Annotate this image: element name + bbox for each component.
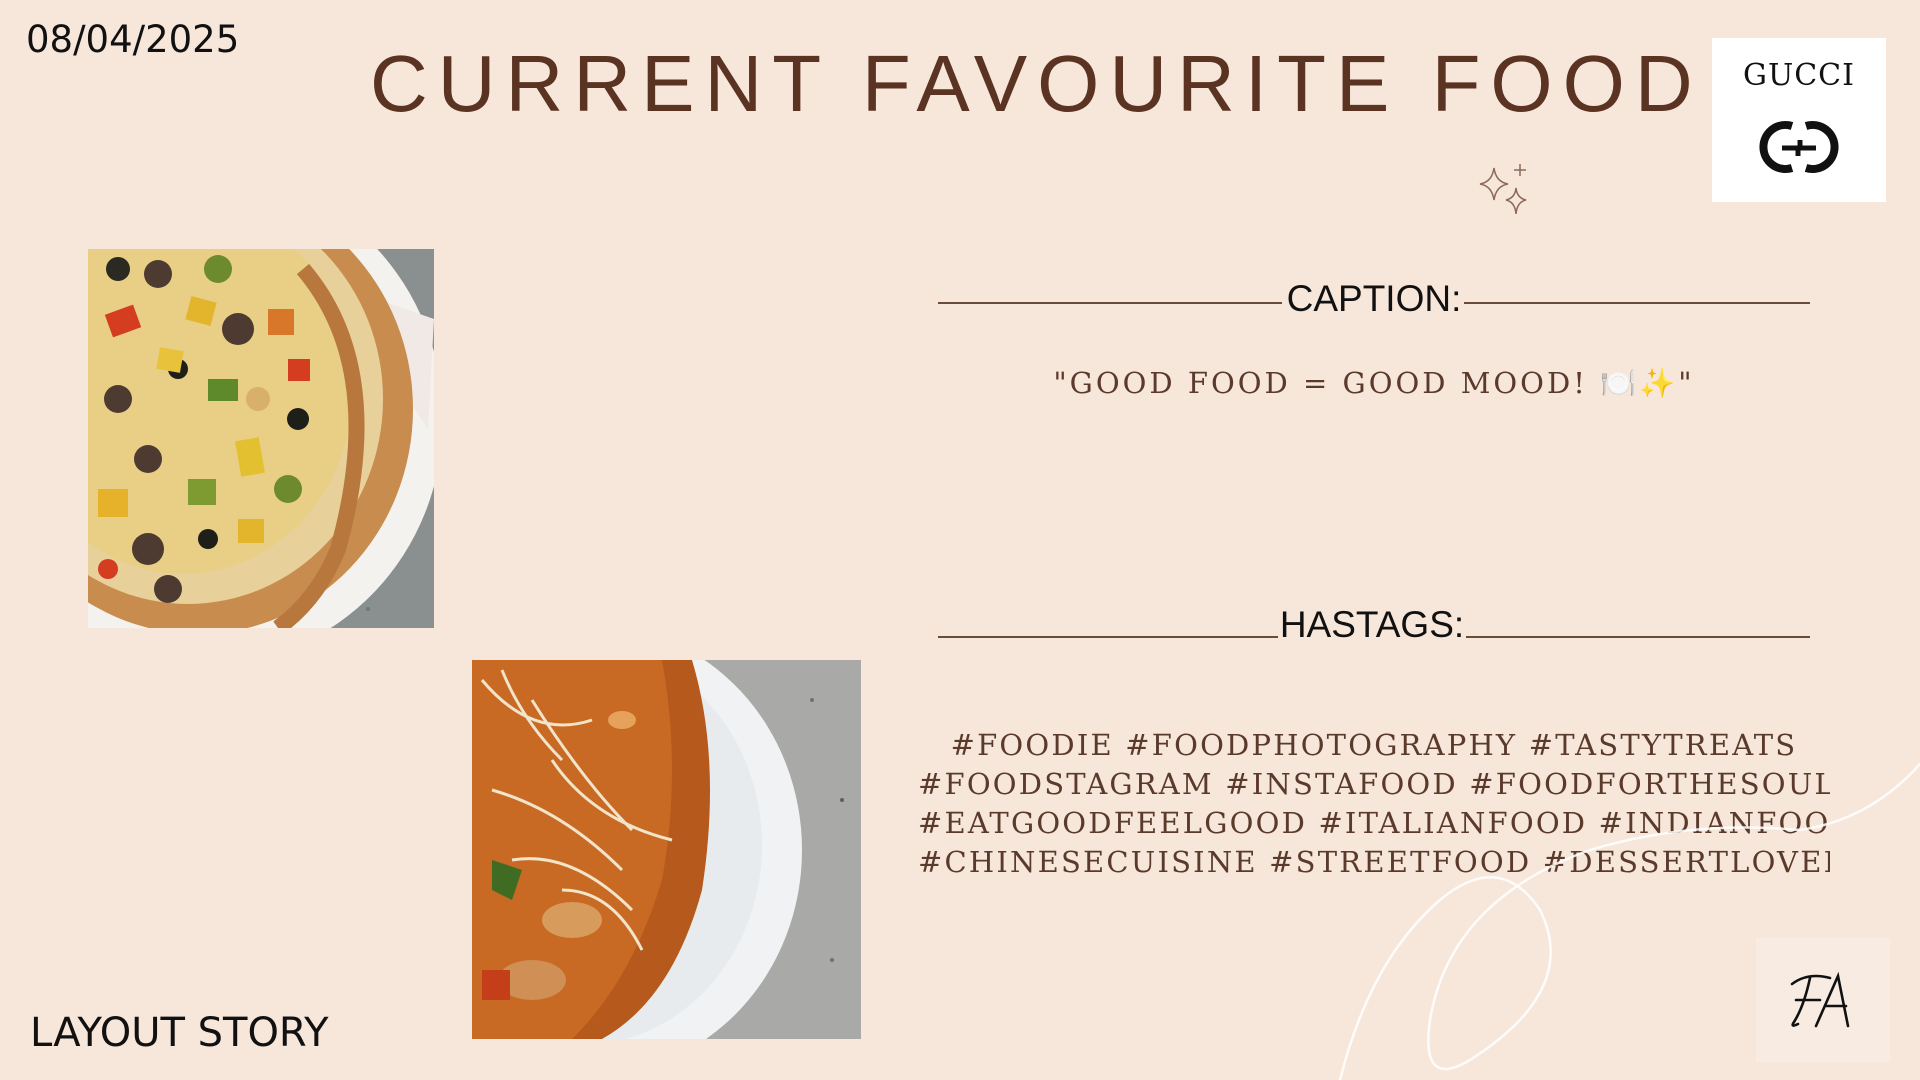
page-title: CURRENT FAVOURITE FOOD (370, 39, 1703, 128)
signature-logo (1756, 938, 1890, 1062)
pasta-curry-photo (472, 660, 861, 1039)
hashtags-heading-label: HASTAGS: (1279, 604, 1465, 645)
hashtags-rule-left (938, 636, 1278, 638)
caption-rule-left (938, 302, 1282, 304)
caption-heading: CAPTION: (938, 278, 1810, 326)
fa-monogram-signature (1790, 971, 1850, 1028)
footer-label: LAYOUT STORY (30, 1010, 329, 1056)
brand-wordmark: GUCCI (1742, 58, 1855, 93)
caption-text: "GOOD FOOD = GOOD MOOD! 🍽️✨" (1053, 366, 1695, 400)
caption-heading-label: CAPTION: (1286, 278, 1462, 319)
gucci-gg-icon (1759, 121, 1839, 173)
slide-canvas: 08/04/2025 CURRENT FAVOURITE FOOD GUCCI (0, 0, 1920, 1080)
hashtags-heading: HASTAGS: (938, 604, 1810, 652)
brand-logo: GUCCI (1712, 38, 1886, 202)
date-label: 08/04/2025 (26, 18, 240, 61)
caption-rule-right (1464, 302, 1810, 304)
hashtags-rule-right (1466, 636, 1810, 638)
sparkle-icon (1479, 164, 1527, 215)
pizza-photo (88, 249, 434, 628)
